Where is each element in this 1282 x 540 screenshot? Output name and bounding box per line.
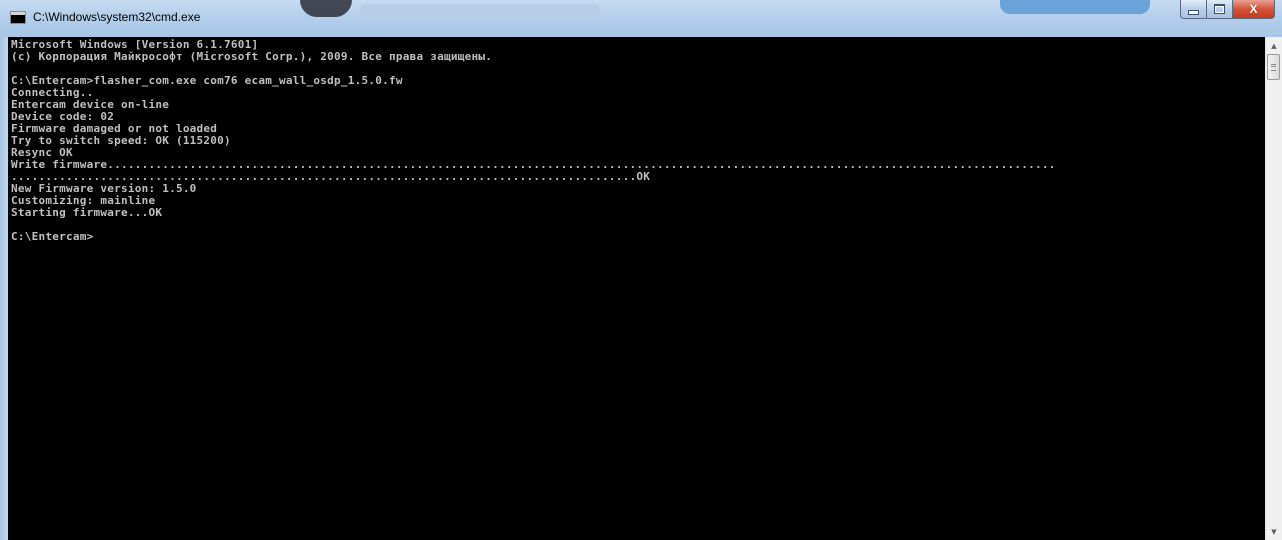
console-line: C:\Entercam>flasher_com.exe com76 ecam_w… — [11, 75, 403, 87]
console-line: Starting firmware...OK — [11, 207, 163, 219]
window-frame-left — [0, 37, 8, 540]
console-line: Customizing: mainline — [11, 195, 156, 207]
console-line: Resync OK — [11, 147, 73, 159]
console-line: Microsoft Windows [Version 6.1.7601] — [11, 39, 259, 51]
minimize-icon — [1188, 10, 1199, 15]
console-line: (c) Корпорация Майкрософт (Microsoft Cor… — [11, 51, 493, 63]
console-line: Device code: 02 — [11, 111, 115, 123]
console-line: Firmware damaged or not loaded — [11, 123, 218, 135]
console-output[interactable]: Microsoft Windows [Version 6.1.7601] (c) … — [8, 37, 1265, 540]
scroll-thumb[interactable] — [1267, 54, 1280, 80]
scroll-down-arrow-icon: ▼ — [1271, 527, 1277, 536]
background-blur — [300, 0, 352, 17]
scroll-up-arrow-icon: ▲ — [1271, 41, 1277, 50]
maximize-icon — [1214, 4, 1225, 14]
cmd-window: C:\Windows\system32\cmd.exe X Microsoft … — [0, 0, 1282, 540]
console-text: Microsoft Windows [Version 6.1.7601] (c) … — [8, 37, 1265, 243]
console-line: Try to switch speed: OK (115200) — [11, 135, 231, 147]
vertical-scrollbar[interactable]: ▲ ▼ — [1265, 37, 1282, 540]
cmd-console-icon[interactable] — [10, 11, 26, 24]
console-line: C:\Entercam> — [11, 231, 94, 243]
console-line: Entercam device on-line — [11, 99, 170, 111]
console-line: ........................................… — [11, 171, 651, 183]
scroll-up-button[interactable]: ▲ — [1266, 37, 1282, 54]
console-line: Write firmware..........................… — [11, 159, 1056, 171]
scroll-down-button[interactable]: ▼ — [1266, 523, 1282, 540]
console-line: New Firmware version: 1.5.0 — [11, 183, 197, 195]
console-line: Connecting.. — [11, 87, 94, 99]
maximize-button[interactable] — [1206, 0, 1232, 19]
title-bar[interactable]: C:\Windows\system32\cmd.exe X — [0, 0, 1282, 37]
close-button[interactable]: X — [1232, 0, 1275, 19]
background-blur — [360, 4, 600, 18]
grip-icon — [1271, 64, 1276, 71]
close-icon: X — [1249, 2, 1258, 16]
background-blur — [1000, 0, 1150, 14]
caption-buttons: X — [1180, 0, 1275, 20]
window-title: C:\Windows\system32\cmd.exe — [33, 10, 201, 24]
minimize-button[interactable] — [1180, 0, 1206, 19]
